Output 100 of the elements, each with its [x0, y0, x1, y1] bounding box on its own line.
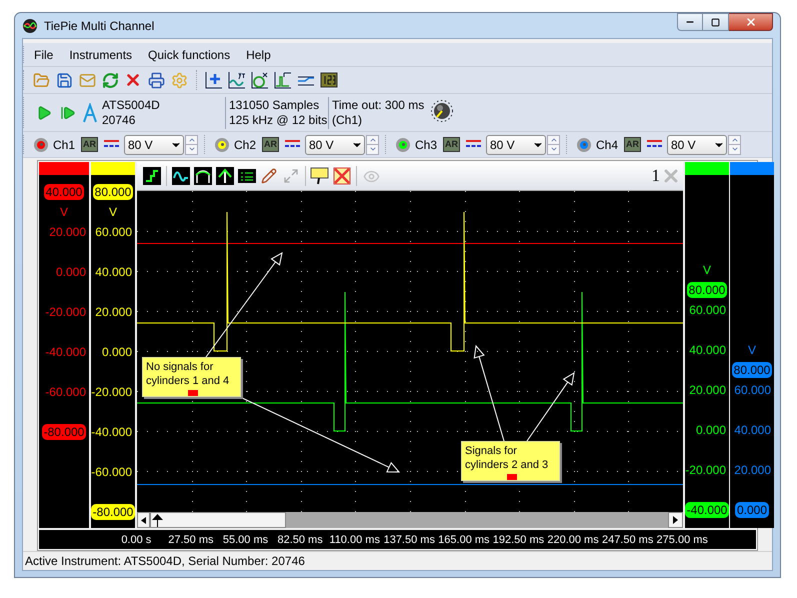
auto-range-button[interactable]: AR: [443, 137, 460, 152]
axis-tick-label: 40.000: [734, 422, 771, 439]
range-dropdown[interactable]: 80 V: [305, 134, 365, 154]
axis-tick-label: 0.000: [102, 344, 132, 361]
auto-range-button[interactable]: AR: [262, 137, 279, 152]
channel-label: Ch3: [415, 136, 438, 154]
coupling-icon[interactable]: [104, 140, 119, 149]
axis-limit-badge[interactable]: 0.000: [734, 502, 770, 518]
trigger-source: (Ch1): [332, 112, 364, 128]
menu-item[interactable]: File: [26, 44, 62, 64]
annotation-note[interactable]: No signals for cylinders 1 and 4: [142, 357, 241, 397]
axis-limit-badge[interactable]: 80.000: [732, 362, 772, 378]
axis-tick-label: 20.000: [734, 462, 771, 479]
time-axis-label: 0.00 s: [121, 532, 152, 546]
time-axis-label: 247.50 ms: [602, 532, 654, 546]
range-value: 80 V: [671, 136, 696, 154]
fft-plot-icon[interactable]: [272, 69, 294, 91]
time-axis-label: 137.50 ms: [384, 532, 435, 546]
range-value: 80 V: [309, 136, 334, 154]
range-value: 80 V: [128, 136, 153, 154]
right-arrow-icon: [673, 516, 678, 524]
time-axis-label: 220.00 ms: [547, 532, 599, 546]
axis-tick-label: 20.000: [49, 224, 86, 241]
range-dropdown[interactable]: 80 V: [667, 134, 727, 154]
channel-indicator-icon[interactable]: [215, 138, 229, 152]
menu-item[interactable]: Help: [238, 44, 279, 64]
instrument-name: ATS5004D: [102, 98, 161, 112]
anchor-marker-icon: [507, 474, 517, 480]
maximize-button[interactable]: [703, 13, 729, 31]
delete-note-icon[interactable]: [331, 165, 353, 187]
anchor-marker-icon: [188, 390, 198, 396]
channel-indicator-icon[interactable]: [34, 138, 48, 152]
axis-tick-label: 60.000: [95, 224, 132, 241]
axis-tick-label: 0.000: [56, 264, 86, 281]
channel-indicator-icon[interactable]: [577, 138, 591, 152]
add-plot-icon[interactable]: [203, 69, 225, 91]
time-axis-label: 82.50 ms: [277, 532, 323, 546]
xy-plot-icon[interactable]: [249, 69, 271, 91]
axis-tick-label: 60.000: [689, 302, 726, 319]
wave-view-icon[interactable]: [170, 165, 192, 187]
time-axis-label: 27.50 ms: [168, 532, 214, 546]
axis-limit-badge[interactable]: -80.000: [90, 504, 136, 520]
status-bar-text: Active Instrument: ATS5004D, Serial Number: 20746: [25, 553, 305, 570]
time-axis-label: 55.00 ms: [222, 532, 268, 546]
sample-rate: 125 kHz @ 12 bits: [229, 112, 328, 128]
app-logo-icon: [22, 18, 38, 34]
axis-tick-label: 40.000: [95, 264, 132, 281]
scroll-right-button[interactable]: [668, 512, 683, 528]
zero-view-icon[interactable]: [214, 165, 236, 187]
scroll-thumb[interactable]: [150, 512, 286, 528]
axis-tick-label: 40.000: [689, 342, 726, 359]
axis-tick-label: -20.000: [91, 384, 132, 401]
scroll-left-button[interactable]: [137, 512, 150, 528]
time-axis-label: 192.50 ms: [492, 532, 544, 546]
step-view-icon[interactable]: [141, 165, 163, 187]
axis-limit-badge[interactable]: 80.000: [92, 184, 134, 200]
axis-limit-badge[interactable]: 40.000: [44, 184, 84, 200]
close-button[interactable]: [729, 13, 773, 31]
range-value: 80 V: [490, 136, 515, 154]
down-caret-icon: [550, 145, 558, 153]
auto-range-button[interactable]: AR: [81, 137, 98, 152]
left-arrow-icon: [141, 516, 146, 524]
time-axis-label: 110.00 ms: [329, 532, 380, 546]
axis-limit-badge[interactable]: -40.000: [684, 502, 730, 518]
axis-tick-label: -40.000: [91, 424, 132, 441]
channel-indicator-icon[interactable]: [396, 138, 410, 152]
axis-tick-label: 60.000: [734, 382, 771, 399]
envelope-view-icon[interactable]: [192, 165, 214, 187]
window-title: TiePie Multi Channel: [44, 18, 154, 34]
coupling-icon[interactable]: [285, 140, 300, 149]
axis-unit: V: [748, 342, 756, 358]
channel-label: Ch2: [234, 136, 258, 154]
add-note-icon[interactable]: [309, 165, 331, 187]
auto-range-button[interactable]: AR: [624, 137, 641, 152]
maximize-icon: [711, 18, 720, 26]
time-axis-label: 275.00 ms: [656, 532, 708, 546]
annotation-arrow: [526, 372, 575, 442]
range-dropdown[interactable]: 80 V: [486, 134, 546, 154]
axis-tick-label: -40.000: [45, 344, 86, 361]
coupling-icon[interactable]: [647, 140, 662, 149]
axis-limit-badge[interactable]: -80.000: [42, 424, 86, 440]
menu-item[interactable]: Instruments: [61, 44, 140, 64]
timeout-knob-icon[interactable]: [430, 98, 454, 122]
channel-label: Ch1: [53, 136, 76, 154]
axis-tick-label: -60.000: [45, 384, 86, 401]
timeout-setting: Time out: 300 ms: [332, 98, 424, 112]
down-caret-icon: [368, 145, 376, 153]
axis-limit-badge[interactable]: 80.000: [686, 282, 728, 298]
coupling-icon[interactable]: [466, 140, 481, 149]
channel-label: Ch4: [596, 136, 620, 154]
range-dropdown[interactable]: 80 V: [124, 134, 184, 154]
menu-item[interactable]: Quick functions: [140, 44, 238, 64]
window-number: 1: [652, 166, 660, 186]
instrument-serial: 20746: [102, 112, 136, 128]
annotation-note[interactable]: Signals for cylinders 2 and 3: [461, 441, 560, 481]
axis-unit: V: [702, 262, 711, 278]
down-caret-icon: [730, 145, 738, 153]
yt-plot-icon[interactable]: [226, 69, 248, 91]
axis-tick-label: 20.000: [689, 382, 726, 399]
down-caret-icon: [188, 145, 196, 153]
